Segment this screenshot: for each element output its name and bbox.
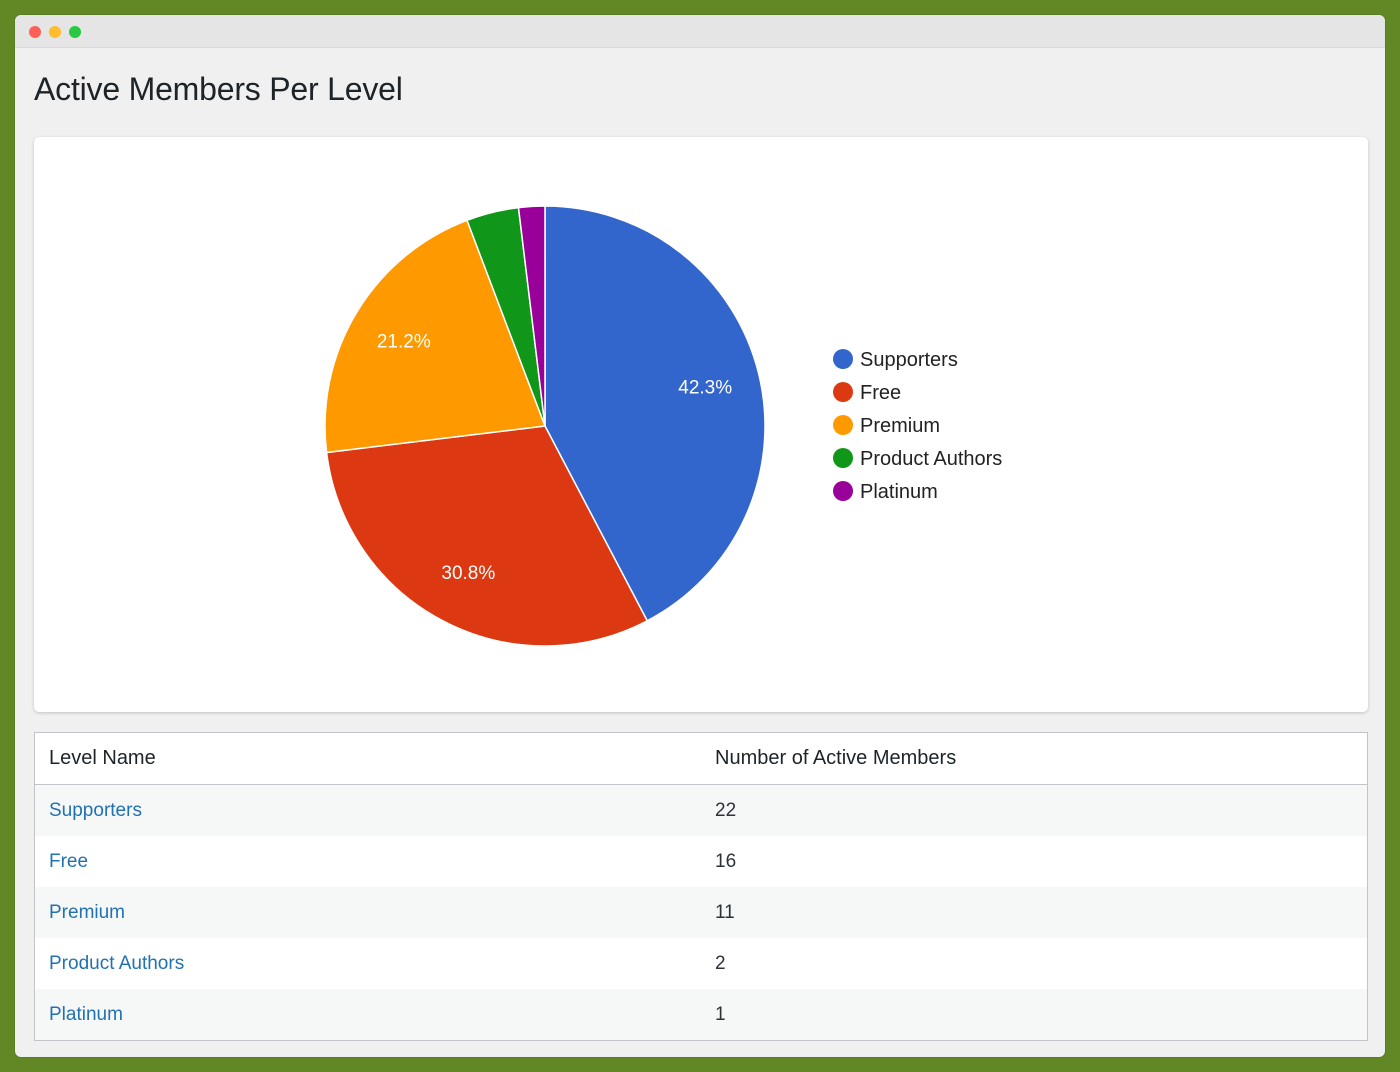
legend-marker-platinum (833, 481, 853, 501)
level-link-platinum[interactable]: Platinum (49, 1004, 123, 1025)
level-name-cell: Supporters (34, 784, 701, 836)
column-header-active-members: Number of Active Members (701, 732, 1368, 785)
table-row: Premium 11 (34, 887, 1368, 938)
level-link-supporters[interactable]: Supporters (49, 800, 142, 821)
level-link-premium[interactable]: Premium (49, 902, 125, 923)
table-row: Free 16 (34, 836, 1368, 887)
level-name-cell: Free (34, 836, 701, 887)
member-count-cell: 1 (701, 989, 1368, 1041)
table-row: Product Authors 2 (34, 938, 1368, 989)
legend-label-premium: Premium (860, 415, 940, 437)
legend-marker-premium (833, 415, 853, 435)
zoom-window-button[interactable] (69, 26, 81, 38)
table-row: Supporters 22 (34, 784, 1368, 836)
slice-label-supporters: 42.3% (678, 378, 732, 399)
table-header-row: Level Name Number of Active Members (34, 732, 1368, 785)
member-count-cell: 2 (701, 938, 1368, 989)
legend-label-platinum: Platinum (860, 481, 938, 503)
legend-label-product-authors: Product Authors (860, 448, 1002, 470)
window-titlebar (15, 15, 1385, 48)
minimize-window-button[interactable] (49, 26, 61, 38)
column-header-level-name: Level Name (34, 732, 701, 785)
legend-marker-product-authors (833, 448, 853, 468)
legend-label-supporters: Supporters (860, 349, 958, 371)
page-title: Active Members Per Level (34, 71, 403, 107)
level-name-cell: Premium (34, 887, 701, 938)
member-count-cell: 11 (701, 887, 1368, 938)
level-name-cell: Platinum (34, 989, 701, 1041)
browser-window: Active Members Per Level 42.3% 30.8% 21.2%… (15, 15, 1385, 1057)
pie-chart: 42.3% 30.8% 21.2% Supporters Free Premium Pro… (324, 205, 1002, 647)
level-link-product-authors[interactable]: Product Authors (49, 953, 184, 974)
close-window-button[interactable] (29, 26, 41, 38)
legend-marker-supporters (833, 349, 853, 369)
legend-marker-free (833, 382, 853, 402)
slice-label-premium: 21.2% (377, 332, 431, 353)
member-count-cell: 16 (701, 836, 1368, 887)
level-name-cell: Product Authors (34, 938, 701, 989)
pie-slices (324, 205, 766, 647)
slice-label-free: 30.8% (441, 563, 495, 584)
member-count-cell: 22 (701, 784, 1368, 836)
pie-chart-card: 42.3% 30.8% 21.2% Supporters Free Premium Pro… (34, 137, 1368, 712)
members-table: Level Name Number of Active Members Supp… (34, 732, 1368, 1041)
chart-legend: Supporters Free Premium Product Authors Plat… (833, 349, 1002, 503)
legend-label-free: Free (860, 382, 901, 404)
table-row: Platinum 1 (34, 989, 1368, 1041)
level-link-free[interactable]: Free (49, 851, 88, 872)
